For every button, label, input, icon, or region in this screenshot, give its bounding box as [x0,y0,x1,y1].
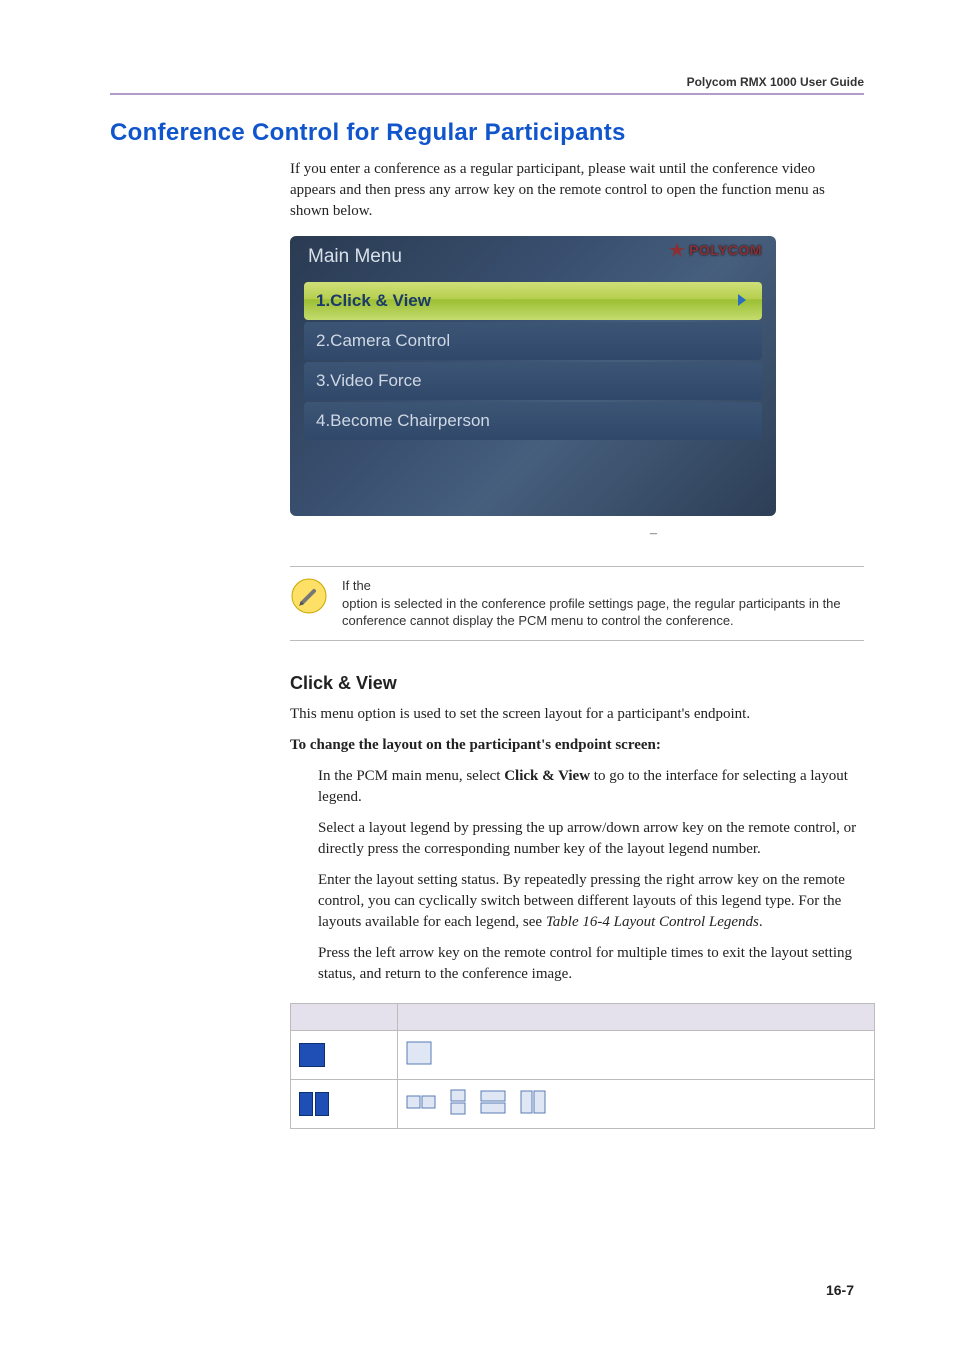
menu-item-video-force[interactable]: 3.Video Force [304,362,762,400]
layout-2stack-v-icon [520,1090,546,1117]
table-header-legend [291,1003,398,1030]
section-intro: If you enter a conference as a regular p… [290,159,864,222]
layout-legends-table [290,1003,875,1129]
step-2: Select a layout legend by pressing the u… [318,818,864,860]
main-menu-label: Main Menu [308,246,402,268]
legend-2-pane-icon [299,1092,389,1116]
layout-2h-icon [406,1091,436,1116]
table-row [291,1030,875,1079]
menu-item-click-view[interactable]: 1.Click & View [304,282,762,320]
page-number: 16-7 [826,1282,854,1298]
menu-item-become-chairperson[interactable]: 4.Become Chairperson [304,402,762,440]
note-box: If the option is selected in the confere… [290,566,864,641]
subsection-lead: This menu option is used to set the scre… [290,704,864,725]
layout-2stack-h-icon [480,1090,506,1117]
section-title: Conference Control for Regular Participa… [110,119,864,147]
layout-1x1-icon [406,1053,432,1068]
page-header-title: Polycom RMX 1000 User Guide [110,75,864,89]
step-list: In the PCM main menu, select Click & Vie… [318,766,864,985]
step-3: Enter the layout setting status. By repe… [318,870,864,933]
figure-dash: – [650,526,864,542]
chevron-right-icon [736,282,748,320]
instruction-heading: To change the layout on the participant'… [290,735,864,756]
polycom-logo-icon [669,243,685,257]
step-1: In the PCM main menu, select Click & Vie… [318,766,864,808]
step-4: Press the left arrow key on the remote c… [318,943,864,985]
menu-item-camera-control[interactable]: 2.Camera Control [304,322,762,360]
table-header-layouts [398,1003,875,1030]
note-text: If the option is selected in the confere… [342,577,858,630]
device-main-menu-screenshot: Main Menu POLYCOM 1.Click & View 2.Camer… [290,236,776,516]
legend-1-pane-icon [299,1043,389,1067]
table-row [291,1079,875,1128]
subsection-title: Click & View [290,673,864,694]
polycom-logo: POLYCOM [669,242,762,258]
layout-2v-icon [450,1089,466,1118]
note-icon [290,577,328,615]
header-rule [110,93,864,95]
